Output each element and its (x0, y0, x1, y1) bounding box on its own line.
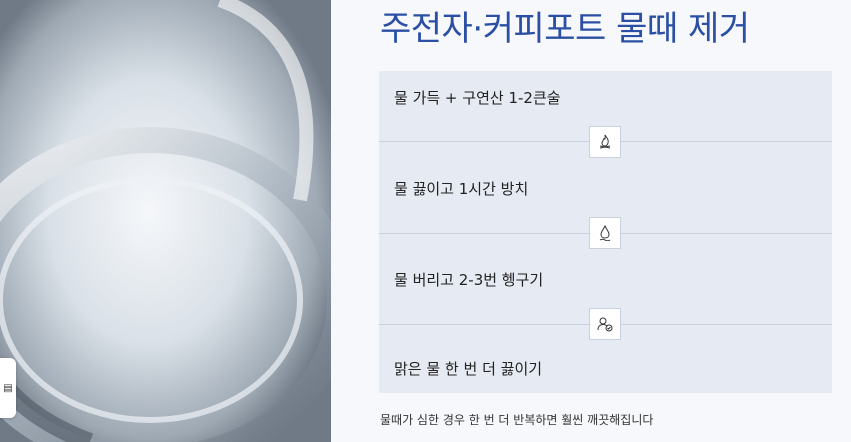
page-title: 주전자·커피포트 물때 제거 (380, 9, 750, 49)
fire-icon (589, 126, 621, 158)
side-tab-handle[interactable]: ▤ (0, 358, 16, 418)
steps-panel: 물 가득 + 구연산 1-2큰술 물 끓이고 1시간 방치 물 버리고 2-3번… (379, 71, 832, 393)
footer-note: 물때가 심한 경우 한 번 더 반복하면 훨씬 깨끗해집니다 (380, 413, 654, 427)
step-1: 물 가득 + 구연산 1-2큰술 (394, 89, 561, 107)
step-4: 맑은 물 한 번 더 끓이기 (394, 360, 543, 378)
step-3: 물 버리고 2-3번 헹구기 (394, 271, 544, 289)
water-drop-icon (589, 217, 621, 249)
kettle-interior-image (0, 0, 331, 442)
step-2: 물 끓이고 1시간 방치 (394, 180, 529, 198)
grid-icon: ▤ (3, 382, 13, 394)
rinse-hands-icon (589, 308, 621, 340)
kettle-photo: ▤ (0, 0, 331, 442)
